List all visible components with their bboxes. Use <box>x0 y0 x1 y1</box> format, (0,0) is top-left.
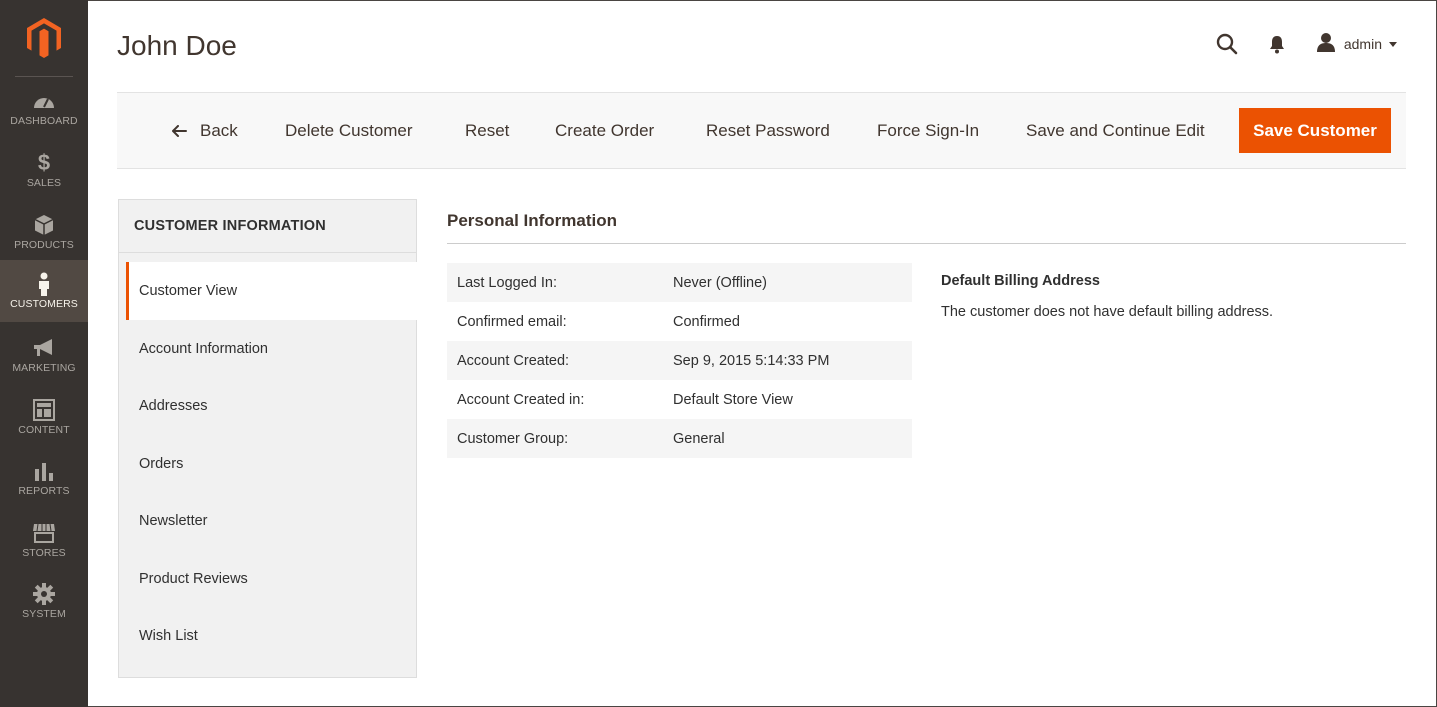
tab-addresses[interactable]: Addresses <box>119 377 416 435</box>
sidebar-item-products[interactable]: PRODUCTS <box>0 201 88 263</box>
sidebar-item-reports[interactable]: REPORTS <box>0 447 88 509</box>
back-button[interactable]: Back <box>172 93 238 168</box>
row-value: Never (Offline) <box>673 274 768 291</box>
row-label: Customer Group: <box>457 430 569 447</box>
create-order-button[interactable]: Create Order <box>555 93 654 168</box>
tab-customer-view[interactable]: Customer View <box>126 262 417 320</box>
tab-account-information[interactable]: Account Information <box>119 320 416 378</box>
row-label: Account Created: <box>457 352 570 369</box>
tab-product-reviews[interactable]: Product Reviews <box>119 550 416 608</box>
customer-information-tabs: CUSTOMER INFORMATION Customer View Accou… <box>118 199 417 678</box>
sidebar-item-label: DASHBOARD <box>10 114 78 127</box>
sidebar-item-customers[interactable]: CUSTOMERS <box>0 260 88 322</box>
row-label: Account Created in: <box>457 391 585 408</box>
sidebar-item-label: SALES <box>26 176 62 189</box>
bar-chart-icon <box>34 460 54 482</box>
billing-address-title: Default Billing Address <box>941 273 1100 289</box>
dashboard-icon <box>32 90 56 112</box>
sidebar-item-dashboard[interactable]: DASHBOARD <box>0 77 88 139</box>
table-row: Last Logged In: Never (Offline) <box>447 263 912 302</box>
table-row: Account Created: Sep 9, 2015 5:14:33 PM <box>447 341 912 380</box>
row-label: Last Logged In: <box>457 274 557 291</box>
sidebar-item-sales[interactable]: $ SALES <box>0 139 88 201</box>
admin-sidebar: DASHBOARD $ SALES PRODUCTS CUSTOMERS MAR… <box>0 0 88 707</box>
arrow-left-icon <box>172 124 187 137</box>
table-row: Customer Group: General <box>447 419 912 458</box>
user-avatar-icon <box>1316 32 1336 57</box>
back-button-label: Back <box>200 120 238 140</box>
force-signin-button[interactable]: Force Sign-In <box>877 93 979 168</box>
page-actions-toolbar: Back Delete Customer Reset Create Order … <box>117 92 1406 169</box>
row-label: Confirmed email: <box>457 313 567 330</box>
save-continue-button[interactable]: Save and Continue Edit <box>1026 93 1205 168</box>
table-row: Account Created in: Default Store View <box>447 380 912 419</box>
sidebar-item-label: CUSTOMERS <box>10 297 78 310</box>
tabs-title: CUSTOMER INFORMATION <box>119 200 416 253</box>
sidebar-item-label: REPORTS <box>18 484 70 497</box>
personal-information-table: Last Logged In: Never (Offline) Confirme… <box>447 263 912 458</box>
sidebar-item-marketing[interactable]: MARKETING <box>0 324 88 386</box>
row-value: Sep 9, 2015 5:14:33 PM <box>673 352 830 369</box>
section-divider <box>447 243 1406 244</box>
row-value: Default Store View <box>673 391 793 408</box>
tab-newsletter[interactable]: Newsletter <box>119 492 416 550</box>
row-value: Confirmed <box>673 313 740 330</box>
billing-address-text: The customer does not have default billi… <box>941 304 1274 320</box>
user-menu[interactable]: admin <box>1316 32 1397 57</box>
sidebar-item-label: CONTENT <box>18 423 70 436</box>
section-title: Personal Information <box>447 211 618 230</box>
bell-icon[interactable] <box>1268 34 1286 54</box>
dollar-icon: $ <box>37 149 51 175</box>
tab-orders[interactable]: Orders <box>119 435 416 493</box>
user-name: admin <box>1343 36 1382 52</box>
row-value: General <box>673 430 725 447</box>
sidebar-item-label: SYSTEM <box>22 607 66 620</box>
sidebar-item-stores[interactable]: STORES <box>0 509 88 571</box>
gear-icon <box>33 582 55 605</box>
sidebar-item-system[interactable]: SYSTEM <box>0 570 88 632</box>
tab-wish-list[interactable]: Wish List <box>119 607 416 665</box>
magento-logo-icon <box>27 18 61 58</box>
sidebar-item-label: PRODUCTS <box>14 238 74 251</box>
reset-button[interactable]: Reset <box>465 93 509 168</box>
header-actions: admin <box>1216 30 1397 58</box>
layout-icon <box>33 398 55 421</box>
save-customer-button[interactable]: Save Customer <box>1239 108 1391 153</box>
delete-customer-button[interactable]: Delete Customer <box>285 93 413 168</box>
megaphone-icon <box>32 337 56 359</box>
sidebar-item-label: MARKETING <box>12 361 76 374</box>
table-row: Confirmed email: Confirmed <box>447 302 912 341</box>
storefront-icon <box>32 522 56 544</box>
sidebar-item-content[interactable]: CONTENT <box>0 386 88 448</box>
person-icon <box>37 272 51 296</box>
page-title: John Doe <box>117 30 237 61</box>
chevron-down-icon <box>1389 41 1397 47</box>
search-icon[interactable] <box>1216 33 1238 55</box>
magento-logo[interactable] <box>0 0 88 76</box>
box-icon <box>34 214 54 236</box>
reset-password-button[interactable]: Reset Password <box>706 93 830 168</box>
sidebar-item-label: STORES <box>22 546 66 559</box>
